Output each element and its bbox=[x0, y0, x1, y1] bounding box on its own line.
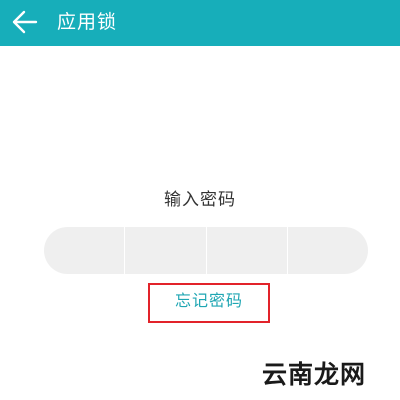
watermark: 云南龙网 bbox=[262, 360, 367, 389]
pin-slot[interactable] bbox=[125, 227, 207, 274]
forgot-password-link[interactable]: 忘记密码 bbox=[148, 283, 270, 323]
pin-input[interactable] bbox=[44, 227, 368, 274]
pin-slot[interactable] bbox=[207, 227, 288, 274]
app-bar: 应用锁 bbox=[0, 0, 400, 46]
back-arrow-icon bbox=[12, 10, 38, 34]
page-title: 应用锁 bbox=[57, 11, 118, 33]
pin-slot[interactable] bbox=[44, 227, 126, 274]
enter-password-label: 输入密码 bbox=[164, 190, 236, 210]
back-button[interactable] bbox=[10, 7, 42, 37]
pin-slot[interactable] bbox=[288, 227, 368, 274]
